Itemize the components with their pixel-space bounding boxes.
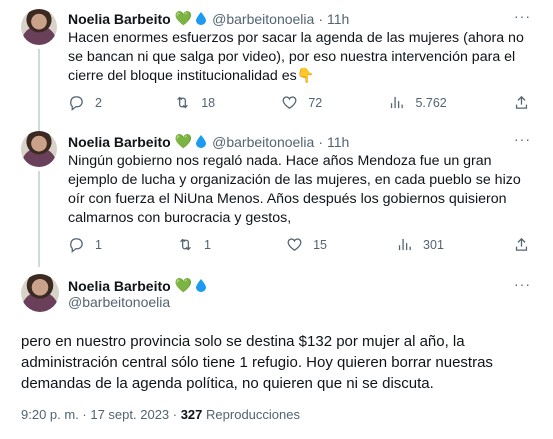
share-button[interactable] <box>513 236 530 253</box>
tweet-text: Ningún gobierno nos regaló nada. Hace añ… <box>68 153 521 226</box>
tweet-text: Hacen enormes esfuerzos por sacar la age… <box>68 30 524 84</box>
tweet-header: Noelia Barbeito 💚 @barbeitonoelia · 11h <box>68 133 349 150</box>
separator-dot: · <box>318 133 323 150</box>
author-handle[interactable]: @barbeitonoelia <box>68 294 170 310</box>
reply-count: 2 <box>95 95 102 110</box>
avatar[interactable] <box>21 274 59 312</box>
share-icon <box>515 237 528 251</box>
more-icon[interactable]: ··· <box>514 8 531 24</box>
reply-button[interactable]: 1 <box>68 236 108 253</box>
like-icon <box>282 96 297 109</box>
tweet-header: Noelia Barbeito 💚 <box>68 277 207 294</box>
reply-icon <box>70 238 83 253</box>
handle-row: @barbeitonoelia <box>68 294 170 310</box>
retweet-icon <box>180 238 191 251</box>
retweet-icon <box>177 96 189 109</box>
tweet-actions: 1 1 15 301 <box>68 236 530 253</box>
like-icon <box>287 238 302 251</box>
water-drop-icon <box>196 12 207 25</box>
views-count: 301 <box>423 237 444 252</box>
like-count: 15 <box>313 237 327 252</box>
tweet-actions: 2 18 72 5.762 <box>68 94 530 111</box>
retweet-count: 18 <box>201 95 216 110</box>
thread-line <box>38 171 40 267</box>
author-handle[interactable]: @barbeitonoelia <box>212 11 314 27</box>
views-count: 327 <box>180 407 203 422</box>
views-button[interactable]: 301 <box>396 236 444 253</box>
like-button[interactable]: 15 <box>286 236 327 253</box>
thread-line <box>38 49 40 133</box>
reply-count: 1 <box>95 237 102 252</box>
reply-button[interactable]: 2 <box>68 94 108 111</box>
water-drop-icon <box>196 135 207 148</box>
tweet-text: pero en nuestro provincia solo se destin… <box>21 333 493 392</box>
tweet-footer: 9:20 p. m. · 17 sept. 2023 · 327 Reprodu… <box>21 407 300 422</box>
water-drop-icon <box>196 279 207 292</box>
separator-dot: · <box>318 10 323 27</box>
more-icon[interactable]: ··· <box>514 131 531 147</box>
avatar[interactable] <box>21 9 57 45</box>
author-handle[interactable]: @barbeitonoelia <box>212 134 314 150</box>
more-icon[interactable]: ··· <box>514 276 531 292</box>
tweet-header: Noelia Barbeito 💚 @barbeitonoelia · 11h <box>68 10 349 27</box>
like-count: 72 <box>308 95 323 110</box>
avatar[interactable] <box>21 131 57 167</box>
green-heart-emoji: 💚 <box>174 277 193 293</box>
views-icon <box>391 96 404 109</box>
author-name[interactable]: Noelia Barbeito <box>68 278 171 294</box>
views-count: 5.762 <box>415 95 447 110</box>
views-label: Reproducciones <box>206 407 300 422</box>
green-heart-emoji: 💚 <box>174 10 193 26</box>
retweet-button[interactable]: 1 <box>177 236 217 253</box>
share-button[interactable] <box>513 94 530 111</box>
views-button[interactable]: 5.762 <box>388 94 447 111</box>
tweet-time[interactable]: 11h <box>327 134 349 150</box>
author-name[interactable]: Noelia Barbeito <box>68 134 171 150</box>
reply-icon <box>70 96 83 111</box>
green-heart-emoji: 💚 <box>174 133 193 149</box>
tweet-time[interactable]: 11h <box>327 11 349 27</box>
author-name[interactable]: Noelia Barbeito <box>68 11 171 27</box>
tweet-timestamp[interactable]: 9:20 p. m. · 17 sept. 2023 · <box>21 407 181 422</box>
views-icon <box>398 238 411 251</box>
like-button[interactable]: 72 <box>281 94 322 111</box>
retweet-count: 1 <box>204 237 211 252</box>
share-icon <box>515 95 528 109</box>
retweet-button[interactable]: 18 <box>174 94 215 111</box>
